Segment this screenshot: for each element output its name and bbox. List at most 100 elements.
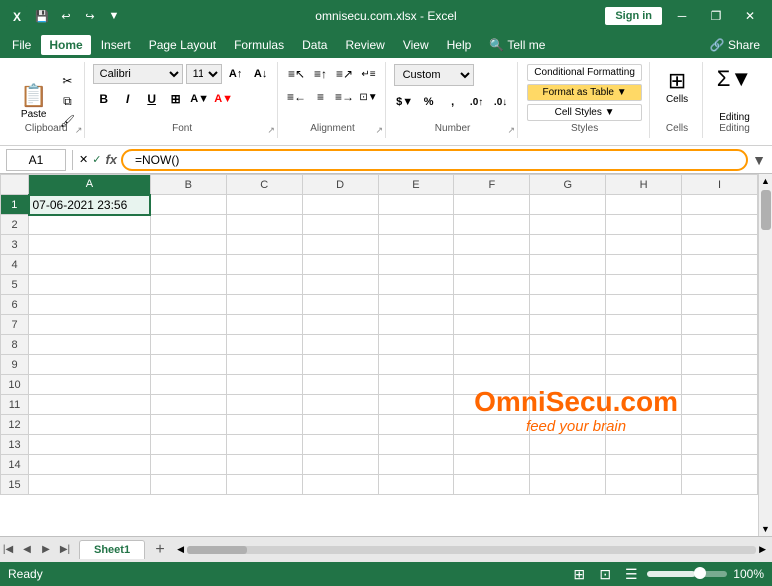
align-top-left-button[interactable]: ≡↖ [286,64,308,84]
underline-button[interactable]: U [141,89,163,109]
menu-formulas[interactable]: Formulas [226,35,292,55]
menu-help[interactable]: Help [439,35,480,55]
cell-A2[interactable] [29,215,151,235]
align-right-button[interactable]: ≡→ [334,87,356,107]
scroll-thumb[interactable] [761,190,771,230]
restore-button[interactable]: ❐ [702,2,730,30]
wrap-text-button[interactable]: ↵≡ [358,64,380,84]
menu-page-layout[interactable]: Page Layout [141,35,224,55]
menu-view[interactable]: View [395,35,437,55]
close-button[interactable]: ✕ [736,2,764,30]
next-sheet-button[interactable]: ▶ [38,542,54,558]
menu-insert[interactable]: Insert [93,35,139,55]
editing-button[interactable]: Σ▼ Editing [711,62,758,127]
cell-A1[interactable]: 07-06-2021 23:56 [29,195,151,215]
zoom-slider[interactable] [647,571,727,577]
scroll-down-button[interactable]: ▼ [759,522,772,536]
col-header-H[interactable]: H [606,175,682,195]
font-name-select[interactable]: Calibri [93,64,183,84]
sheet-tab-sheet1[interactable]: Sheet1 [79,540,145,559]
paste-button[interactable]: 📋 Paste [14,79,53,124]
font-size-select[interactable]: 11 [186,64,222,84]
minimize-button[interactable]: ─ [668,2,696,30]
font-expand-icon[interactable]: ↗ [267,125,275,136]
signin-button[interactable]: Sign in [605,7,662,25]
redo-button[interactable]: ↪ [80,6,100,26]
col-header-F[interactable]: F [454,175,530,195]
col-header-I[interactable]: I [682,175,758,195]
format-as-table-button[interactable]: Format as Table ▼ [527,84,642,101]
clipboard-expand-icon[interactable]: ↗ [75,125,83,136]
merge-center-button[interactable]: ⊡▼ [358,87,380,107]
confirm-formula-icon[interactable]: ✓ [92,153,101,166]
col-header-B[interactable]: B [150,175,226,195]
customize-qat-button[interactable]: ▼ [104,6,124,26]
italic-button[interactable]: I [117,89,139,109]
menu-file[interactable]: File [4,35,39,55]
bold-button[interactable]: B [93,89,115,109]
menu-share[interactable]: 🔗 Share [702,35,768,55]
border-button[interactable]: ⊞ [165,89,187,109]
col-header-D[interactable]: D [302,175,378,195]
decrease-font-button[interactable]: A↓ [250,64,272,84]
cut-button[interactable]: ✂ [56,72,78,90]
cell-reference-input[interactable] [6,149,66,171]
vertical-scrollbar[interactable]: ▲ ▼ [758,174,772,536]
menu-data[interactable]: Data [294,35,335,55]
cell-G1[interactable] [530,195,606,215]
cell-I1[interactable] [682,195,758,215]
cancel-formula-icon[interactable]: ✕ [79,153,88,166]
undo-button[interactable]: ↩ [56,6,76,26]
col-header-E[interactable]: E [378,175,454,195]
menu-bar: File Home Insert Page Layout Formulas Da… [0,32,772,58]
add-sheet-button[interactable]: + [149,539,171,561]
cell-F1[interactable] [454,195,530,215]
align-left-button[interactable]: ≡← [286,87,308,107]
scroll-right-button[interactable]: ▶ [759,544,766,555]
formula-input[interactable] [121,149,748,171]
page-layout-view-button[interactable]: ⊡ [595,564,615,584]
formula-expand-icon[interactable]: ▼ [752,152,766,168]
scroll-left-button[interactable]: ◀ [177,544,184,555]
align-top-right-button[interactable]: ≡↗ [334,64,356,84]
cell-styles-button[interactable]: Cell Styles ▼ [527,104,642,121]
col-header-G[interactable]: G [530,175,606,195]
currency-button[interactable]: $▼ [394,92,416,112]
alignment-expand-icon[interactable]: ↗ [376,125,384,136]
page-break-view-button[interactable]: ☰ [621,564,641,584]
zoom-handle[interactable] [694,567,706,579]
percent-button[interactable]: % [418,92,440,112]
prev-sheet-button[interactable]: ◀ [19,542,35,558]
number-expand-icon[interactable]: ↗ [508,125,516,136]
increase-font-button[interactable]: A↑ [225,64,247,84]
align-center-button[interactable]: ≡ [310,87,332,107]
align-top-center-button[interactable]: ≡↑ [310,64,332,84]
cell-C1[interactable] [226,195,302,215]
save-button[interactable]: 💾 [32,6,52,26]
first-sheet-button[interactable]: |◀ [0,542,16,558]
fill-color-button[interactable]: A▼ [189,89,211,109]
menu-tell-me[interactable]: 🔍 Tell me [481,35,553,55]
cell-B1[interactable] [150,195,226,215]
cell-H1[interactable] [606,195,682,215]
cell-E1[interactable] [378,195,454,215]
last-sheet-button[interactable]: ▶| [57,542,73,558]
number-format-select[interactable]: Custom General Number Currency Accountin… [394,64,474,86]
decrease-decimal-button[interactable]: .0↓ [490,92,512,112]
normal-view-button[interactable]: ⊞ [569,564,589,584]
font-color-button[interactable]: A▼ [213,89,235,109]
comma-button[interactable]: , [442,92,464,112]
copy-button[interactable]: ⧉ [56,92,78,110]
scroll-up-button[interactable]: ▲ [759,174,772,188]
hscroll-track[interactable] [187,546,756,554]
menu-home[interactable]: Home [41,35,90,55]
col-header-C[interactable]: C [226,175,302,195]
conditional-formatting-button[interactable]: Conditional Formatting [527,64,642,81]
hscroll-thumb[interactable] [187,546,247,554]
col-header-A[interactable]: A [29,175,151,195]
menu-review[interactable]: Review [337,35,392,55]
cell-D1[interactable] [302,195,378,215]
cells-button[interactable]: ⊞ Cells [658,62,696,111]
horizontal-scrollbar[interactable]: ◀ ▶ [171,544,772,555]
increase-decimal-button[interactable]: .0↑ [466,92,488,112]
